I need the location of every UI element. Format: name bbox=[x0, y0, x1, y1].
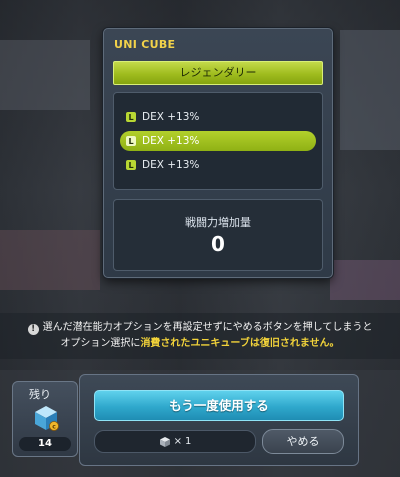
use-again-button[interactable]: もう一度使用する bbox=[94, 390, 344, 421]
potential-rank-bar: レジェンダリー bbox=[113, 61, 323, 85]
remaining-count: 14 bbox=[19, 437, 71, 451]
option-line-2-selected[interactable]: L DEX +13% bbox=[120, 131, 316, 151]
cost-value: 1 bbox=[185, 436, 192, 447]
cancel-button[interactable]: やめる bbox=[262, 429, 344, 454]
warning-notice: ! 選んだ潜在能力オプションを再設定せずにやめるボタンを押してしまうと オプション… bbox=[0, 313, 400, 359]
cube-action-panel: もう一度使用する × 1 やめる bbox=[79, 374, 359, 466]
potential-options-box: L DEX +13% L DEX +13% L DEX +13% bbox=[113, 92, 323, 190]
legendary-badge-icon: L bbox=[126, 136, 136, 146]
uni-cube-icon: c bbox=[35, 406, 59, 431]
option-text: DEX +13% bbox=[142, 135, 200, 147]
combat-power-value: 0 bbox=[211, 232, 225, 256]
combat-power-box: 戦闘力増加量 0 bbox=[113, 199, 323, 271]
cube-icon bbox=[159, 436, 170, 447]
notice-highlight-consumed: 消費された bbox=[140, 338, 191, 349]
notice-line-1: 選んだ潜在能力オプションを再設定せずにやめるボタンを押してしまうと bbox=[42, 322, 373, 333]
notice-highlight-not-restored: ユニキューブは復旧されません。 bbox=[190, 338, 340, 349]
option-line-3[interactable]: L DEX +13% bbox=[120, 155, 316, 175]
option-text: DEX +13% bbox=[142, 111, 200, 123]
cube-cost-display: × 1 bbox=[94, 430, 256, 453]
option-line-1[interactable]: L DEX +13% bbox=[120, 107, 316, 127]
remaining-cube-box: 残り c 14 bbox=[12, 381, 78, 457]
notice-line-2-prefix: オプション選択に bbox=[60, 338, 141, 349]
cube-result-panel: UNI CUBE レジェンダリー L DEX +13% L DEX +13% L… bbox=[103, 28, 333, 278]
warning-icon: ! bbox=[27, 324, 39, 335]
option-text: DEX +13% bbox=[142, 159, 200, 171]
legendary-badge-icon: L bbox=[126, 160, 136, 170]
legendary-badge-icon: L bbox=[126, 112, 136, 122]
panel-title: UNI CUBE bbox=[114, 38, 176, 51]
combat-power-label: 戦闘力増加量 bbox=[185, 216, 251, 229]
cost-multiplier: × bbox=[173, 436, 182, 447]
svg-text:c: c bbox=[52, 424, 56, 431]
remaining-label: 残り bbox=[29, 388, 51, 401]
